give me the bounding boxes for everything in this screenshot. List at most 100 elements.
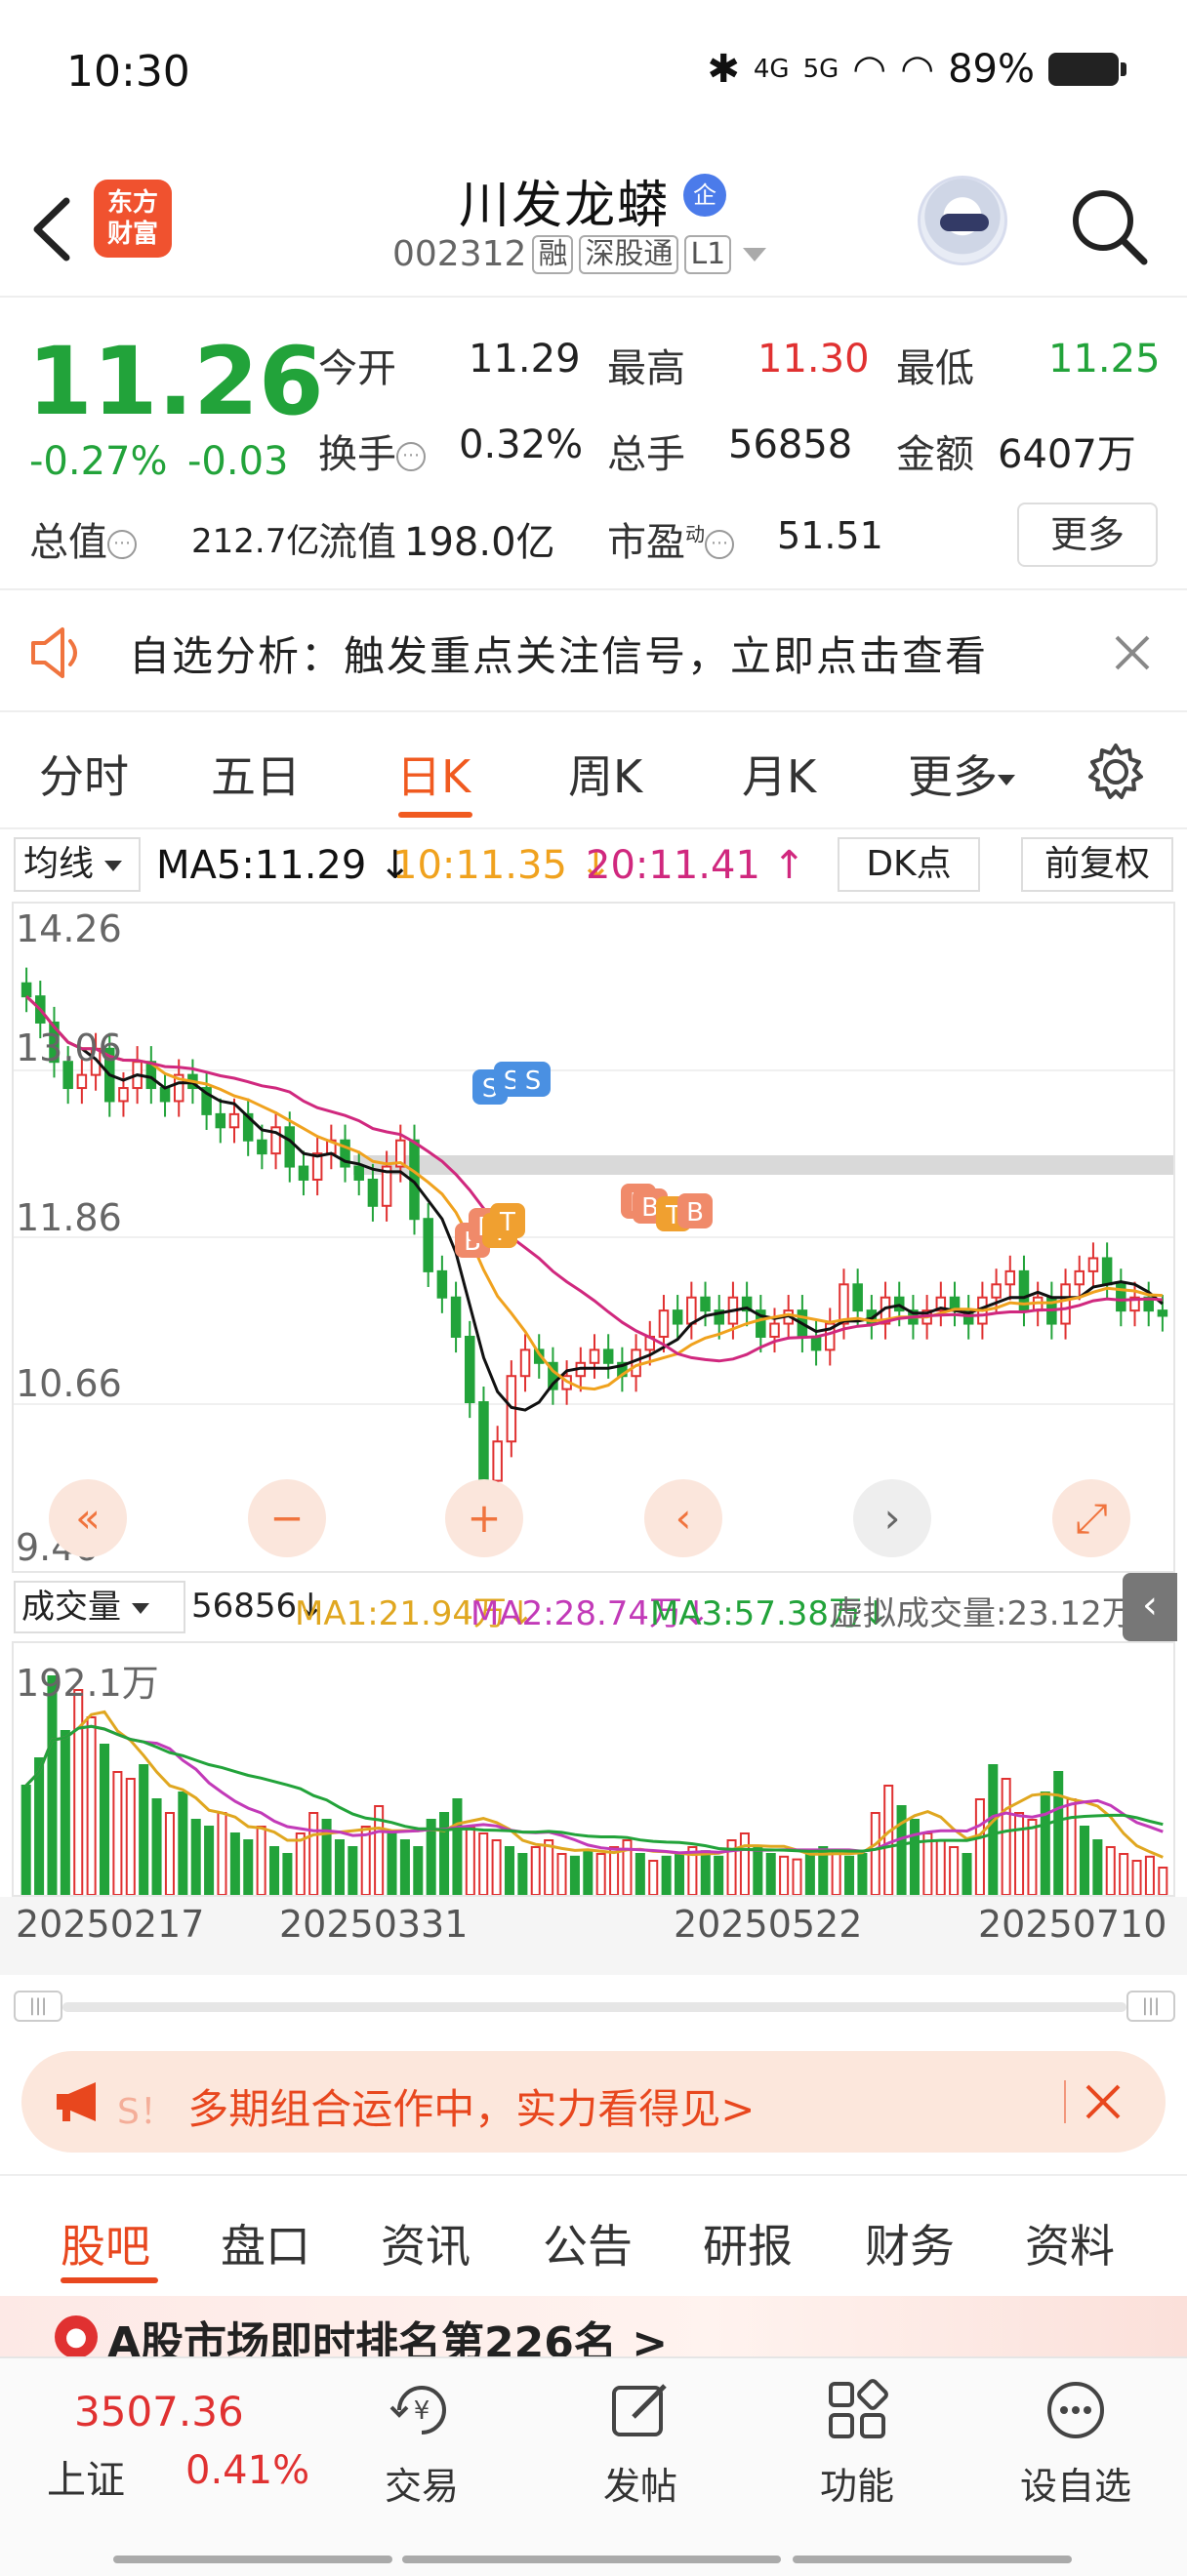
indicator-select[interactable]: 均线 — [14, 837, 141, 892]
volume-chart[interactable]: 192.1万 — [12, 1641, 1175, 1897]
chart-range-scrollbar[interactable]: ||| ||| — [14, 1991, 1175, 2022]
tab-announcements[interactable]: 公告 — [543, 2211, 633, 2275]
volume-bar — [792, 1858, 802, 1897]
tab-weekly-k[interactable]: 周K — [568, 742, 642, 806]
candle-body — [118, 1087, 129, 1103]
tab-research[interactable]: 研报 — [703, 2211, 793, 2275]
scroll-start-button[interactable]: « — [49, 1479, 127, 1557]
candle-body — [298, 1165, 309, 1181]
zoom-out-button[interactable]: − — [248, 1479, 326, 1557]
volume-bar — [465, 1826, 475, 1896]
more-button[interactable]: 更多 — [1017, 503, 1158, 567]
nav-post-label: 发帖 — [602, 2465, 677, 2508]
volume-bar — [700, 1850, 711, 1896]
volume-bar — [1131, 1860, 1142, 1896]
news-strip[interactable]: A股市场即时排名第226名 > ● — [0, 2296, 1187, 2356]
candle-body — [20, 982, 32, 998]
tab-more[interactable]: 更多 — [908, 742, 1015, 806]
candle-body — [519, 1348, 531, 1378]
range-right-handle[interactable]: ||| — [1126, 1991, 1175, 2022]
candle-body — [810, 1335, 822, 1351]
home-indicator-2 — [402, 2556, 781, 2563]
tag-connect: 深股通 — [579, 234, 679, 274]
mktcap-label-text: 总值 — [29, 520, 107, 565]
kline-chart[interactable]: BBTTSSSBBTB 14.26 13.06 11.86 10.66 9.46… — [12, 902, 1175, 1573]
volume-bar — [896, 1805, 907, 1896]
volume-bar — [765, 1853, 776, 1896]
alert-banner[interactable]: 自选分析：触发重点关注信号，立即点击查看 — [0, 590, 1187, 712]
svg-text:¥: ¥ — [414, 2396, 430, 2426]
tab-forum[interactable]: 股吧 — [61, 2211, 150, 2275]
high-label: 最高 — [607, 346, 685, 391]
post-icon — [612, 2384, 667, 2436]
candle-body — [839, 1283, 849, 1325]
nav-trade[interactable]: ¥ 交易 — [353, 2378, 490, 2510]
signal-4g-icon: 4G — [753, 55, 790, 84]
candle-body — [257, 1139, 267, 1155]
back-arrow-icon[interactable] — [23, 185, 82, 273]
turnover-label: 换手 ⋯ — [318, 423, 426, 479]
volume-indicator-select[interactable]: 成交量 — [14, 1581, 185, 1633]
volume-bar — [753, 1846, 763, 1896]
promo-banner[interactable]: S！ 多期组合运作中，实力看得见> — [21, 2051, 1166, 2153]
scroll-right-button[interactable]: › — [853, 1479, 931, 1557]
volume-bar — [962, 1853, 972, 1896]
info-icon[interactable]: ⋯ — [107, 530, 137, 559]
zoom-in-button[interactable]: + — [445, 1479, 523, 1557]
y-tick-3: 11.86 — [16, 1196, 122, 1239]
scroll-left-button[interactable]: ‹ — [644, 1479, 722, 1557]
signal-5g-icon: 5G — [802, 55, 839, 84]
tab-news[interactable]: 资讯 — [381, 2211, 471, 2275]
close-icon[interactable] — [1111, 631, 1154, 674]
collapse-handle-icon[interactable]: ‹ — [1123, 1573, 1177, 1641]
stock-code-row[interactable]: 002312 融 深股通 L1 — [392, 234, 767, 274]
mktcap-label: 总值 ⋯ — [29, 510, 137, 567]
tab-intraday[interactable]: 分时 — [39, 742, 129, 806]
ma20-label: 20:11.41 ↑ — [586, 843, 806, 888]
range-left-handle[interactable]: ||| — [14, 1991, 62, 2022]
search-icon[interactable] — [1064, 181, 1152, 269]
price-adjust-button[interactable]: 前复权 — [1021, 837, 1173, 892]
alert-badge-icon: ● — [55, 2315, 98, 2356]
dk-point-button[interactable]: DK点 — [838, 837, 980, 892]
volume-max-label: 192.1万 — [16, 1662, 159, 1705]
info-icon[interactable]: ⋯ — [396, 442, 426, 471]
tab-monthly-k[interactable]: 月K — [742, 742, 816, 806]
chevron-down-icon — [743, 247, 767, 262]
amount-value: 6407万 — [998, 432, 1136, 477]
candle-body — [465, 1335, 475, 1404]
candle-body — [367, 1178, 379, 1207]
chevron-down-icon — [998, 775, 1015, 785]
volume-bar — [909, 1819, 920, 1896]
index-name: 上证 — [47, 2458, 125, 2503]
info-icon[interactable]: ⋯ — [705, 530, 734, 559]
volume-bar — [229, 1832, 240, 1896]
volume-bar — [974, 1798, 985, 1896]
volume-bar — [217, 1812, 227, 1896]
volume-bar — [1079, 1826, 1090, 1896]
tab-profile[interactable]: 资料 — [1025, 2211, 1115, 2275]
volume-bar — [491, 1839, 502, 1896]
date-tick-2: 20250331 — [279, 1903, 469, 1946]
volume-bar — [20, 1785, 31, 1896]
nav-add-watchlist[interactable]: 设自选 — [1007, 2378, 1144, 2510]
robot-assistant-icon[interactable] — [918, 176, 1007, 265]
tab-financials[interactable]: 财务 — [865, 2211, 955, 2275]
volume-select-label: 成交量 — [21, 1588, 121, 1627]
y-tick-4: 10.66 — [16, 1362, 122, 1405]
tab-daily-k[interactable]: 日K — [396, 742, 471, 806]
tab-orderbook[interactable]: 盘口 — [221, 2211, 310, 2275]
nav-functions[interactable]: 功能 — [789, 2378, 925, 2510]
gear-icon[interactable] — [1085, 742, 1146, 802]
volume-bar — [243, 1839, 254, 1896]
volume-bar — [178, 1791, 188, 1896]
y-tick-2: 13.06 — [16, 1026, 122, 1069]
nav-post[interactable]: 发帖 — [572, 2378, 709, 2510]
fullscreen-icon[interactable]: ⤢ — [1052, 1479, 1130, 1557]
volume-bar — [844, 1855, 855, 1897]
promo-fade: S！ — [117, 2092, 175, 2132]
promo-main: 多期组合运作中，实力看得见> — [187, 2085, 756, 2133]
candle-body — [589, 1348, 600, 1364]
close-icon[interactable] — [1080, 2078, 1126, 2125]
tab-five-day[interactable]: 五日 — [211, 742, 301, 806]
